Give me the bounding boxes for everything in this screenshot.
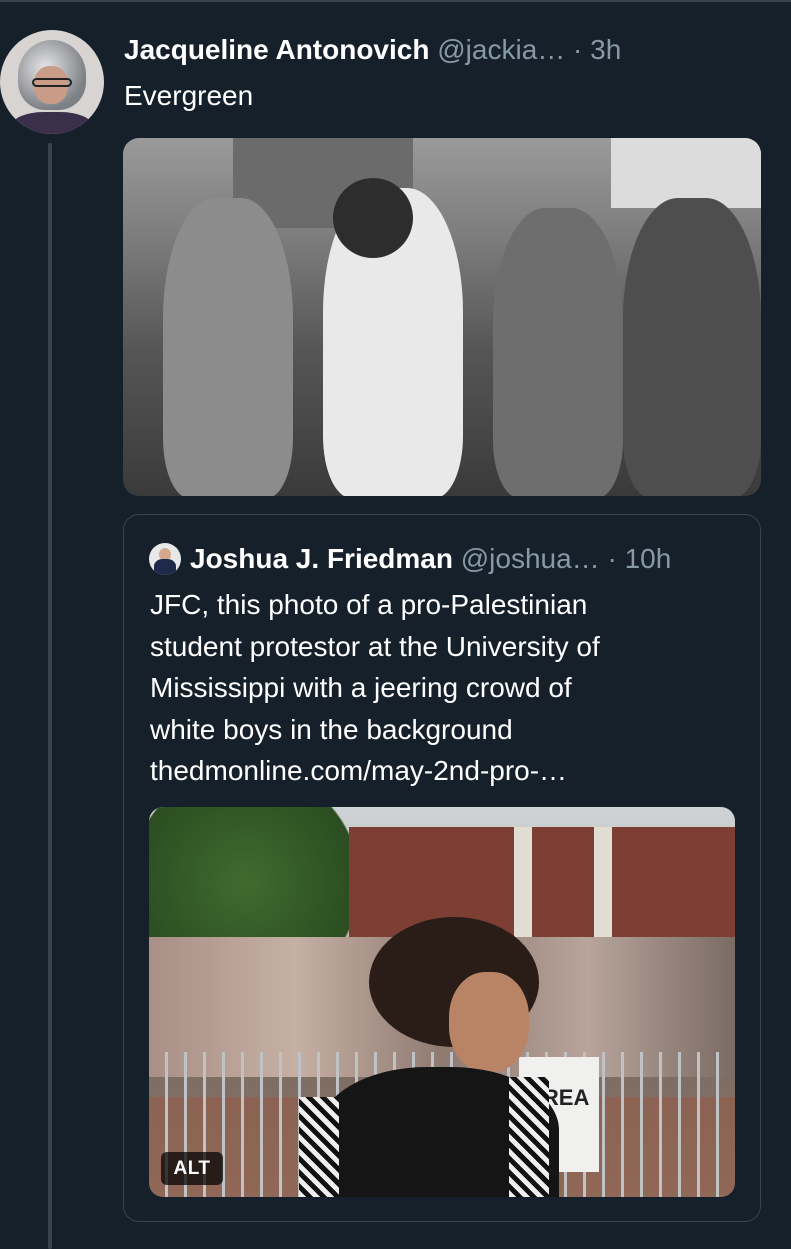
photo-figure (333, 178, 413, 258)
quoted-author-name[interactable]: Joshua J. Friedman (190, 543, 453, 574)
tweet-photo[interactable] (123, 138, 761, 496)
avatar-shirt (10, 112, 94, 134)
tweet-text: Evergreen (124, 80, 254, 111)
author-name[interactable]: Jacqueline Antonovich (124, 34, 429, 65)
quoted-author-handle[interactable]: @joshua… (461, 543, 600, 574)
photo-subject-scarf (509, 1077, 549, 1197)
photo-subject-face (449, 972, 529, 1072)
quoted-author-avatar[interactable] (149, 543, 181, 575)
quoted-header-separator: · (607, 543, 617, 574)
alt-text-badge[interactable]: ALT (161, 1152, 223, 1185)
avatar-suit (154, 559, 176, 575)
author-handle[interactable]: @jackia… (437, 34, 565, 65)
quoted-tweet-text: JFC, this photo of a pro-Palestinian stu… (150, 589, 600, 786)
top-divider (0, 0, 791, 2)
quoted-tweet-timestamp[interactable]: 10h (625, 543, 672, 574)
photo-figure (163, 198, 293, 496)
quoted-tweet-header: Joshua J. Friedman @joshua… · 10h (190, 538, 750, 580)
avatar-glasses (32, 78, 72, 87)
author-avatar[interactable] (0, 30, 104, 134)
thread-connector-line (48, 143, 52, 1249)
quoted-tweet-photo[interactable]: AREA ED (149, 807, 735, 1197)
photo-figure (493, 208, 623, 496)
photo-figure (623, 198, 761, 496)
tweet-header: Jacqueline Antonovich @jackia… · 3h (124, 30, 774, 70)
header-separator: · (573, 34, 583, 65)
tweet-timestamp[interactable]: 3h (590, 34, 621, 65)
photo-subject-scarf (299, 1097, 339, 1197)
